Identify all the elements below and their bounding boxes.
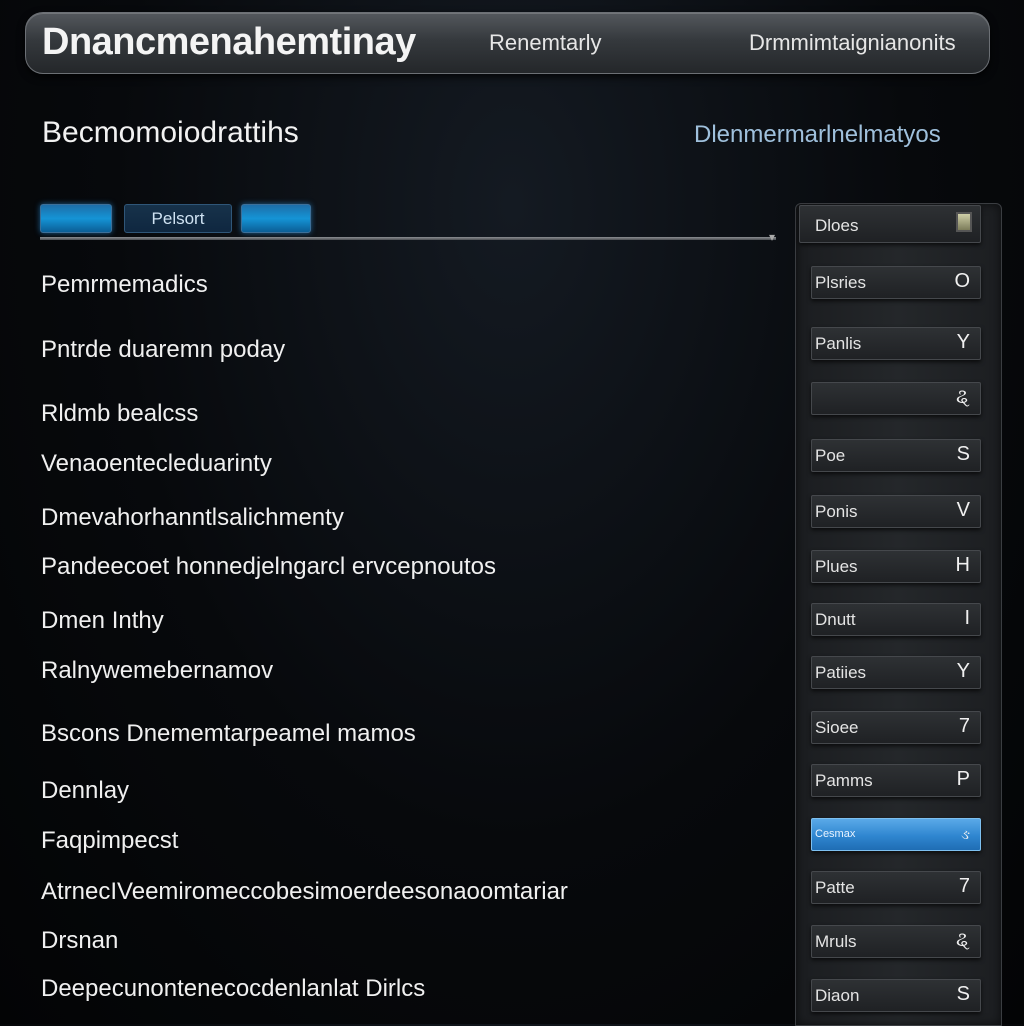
title-bar-right-label[interactable]: Drmmimtaignianonits [749, 30, 956, 56]
panel-row[interactable]: Dnutt I [811, 603, 981, 636]
list-item[interactable]: Dennlay [41, 777, 129, 805]
panel-row[interactable]: Panlis Y [811, 327, 981, 360]
panel-row-value: Y [956, 331, 970, 353]
panel-row[interactable]: Patiies Y [811, 656, 981, 689]
tab-first[interactable] [40, 204, 112, 233]
panel-row-value: 7 [958, 875, 970, 897]
panel-row-active[interactable]: Cesmax ઙ [811, 818, 981, 851]
list-item[interactable]: Drsnan [41, 927, 118, 955]
panel-row[interactable]: Plsries O [811, 266, 981, 299]
list-item[interactable]: Dmevahorhanntlsalichmenty [41, 504, 344, 532]
panel-row-label: Plues [815, 557, 858, 576]
panel-row-label: Cesmax [815, 828, 856, 840]
panel-row[interactable]: Mruls ୡ [811, 925, 981, 958]
panel-row-label: Dloes [815, 216, 859, 235]
panel-row-value: P [956, 768, 970, 790]
panel-row-label: Pamms [815, 771, 873, 790]
list-item[interactable]: Pemrmemadics [41, 271, 208, 299]
list-item[interactable]: Pntrde duaremn poday [41, 336, 285, 364]
app-title: Dnancmenahemtinay [42, 21, 416, 63]
panel-row[interactable]: Ponis V [811, 495, 981, 528]
chevron-down-icon: ▾ [769, 230, 776, 244]
panel-row[interactable]: Poe S [811, 439, 981, 472]
panel-row[interactable]: Pamms P [811, 764, 981, 797]
panel-row-label: Poe [815, 446, 846, 465]
list-item[interactable]: Bscons Dnememtarpeamel mamos [41, 720, 416, 748]
list-item[interactable]: Venaoentecleduarinty [41, 450, 272, 478]
title-bar: Dnancmenahemtinay Renemtarly Drmmimtaign… [25, 12, 990, 74]
list-item[interactable]: Rldmb bealcss [41, 400, 198, 428]
panel-row[interactable]: ୡ [811, 382, 981, 415]
panel-row-label: Plsries [815, 273, 867, 292]
panel-row-value: I [964, 607, 970, 629]
panel-row[interactable]: Patte 7 [811, 871, 981, 904]
panel-row-label: Panlis [815, 334, 862, 353]
panel-row[interactable]: Sioee 7 [811, 711, 981, 744]
section-title: Becmomoiodrattihs [42, 116, 299, 149]
panel-row-value: ઙ [961, 826, 970, 842]
list-item[interactable]: Faqpimpecst [41, 827, 178, 855]
list-item[interactable]: Deepecunontenecocdenlanlat Dirlcs [41, 975, 425, 1003]
panel-row-value: H [955, 554, 970, 576]
list-item[interactable]: AtrnecIVeemiromeccobesimoerdeesonaoomtar… [41, 878, 568, 906]
panel-row-value: V [956, 499, 970, 521]
list-item[interactable]: Ralnywemebernamov [41, 657, 273, 685]
tab-divider [40, 237, 776, 240]
panel-toggle-icon[interactable] [956, 212, 972, 232]
panel-row[interactable]: Dloes [799, 205, 981, 243]
panel-row-label: Ponis [815, 502, 858, 521]
panel-row-label: Patiies [815, 663, 867, 682]
panel-row-value: O [954, 270, 970, 292]
panel-row[interactable]: Plues H [811, 550, 981, 583]
list-item[interactable]: Dmen Inthy [41, 607, 164, 635]
tab-third[interactable] [241, 204, 311, 233]
panel-row-value: Y [956, 660, 970, 682]
panel-row-label: Dnutt [815, 610, 856, 629]
list-item[interactable]: Pandeecoet honnedjelngarcl ervcepnoutos [41, 553, 496, 581]
panel-row-value: ୡ [956, 386, 970, 408]
panel-row[interactable]: Diaon S [811, 979, 981, 1012]
panel-row-label: Sioee [815, 718, 859, 737]
panel-row-label: Diaon [815, 986, 860, 1005]
panel-row-label: Mruls [815, 932, 857, 951]
panel-row-value: S [956, 983, 970, 1005]
panel-row-value: 7 [958, 715, 970, 737]
panel-row-label: Patte [815, 878, 855, 897]
section-link[interactable]: Dlenmermarlnelmatyos [694, 121, 941, 149]
tab-pelsort[interactable]: Pelsort [124, 204, 232, 233]
panel-row-value: S [956, 443, 970, 465]
panel-row-value: ୡ [956, 929, 970, 951]
app-subtitle: Renemtarly [489, 30, 602, 55]
